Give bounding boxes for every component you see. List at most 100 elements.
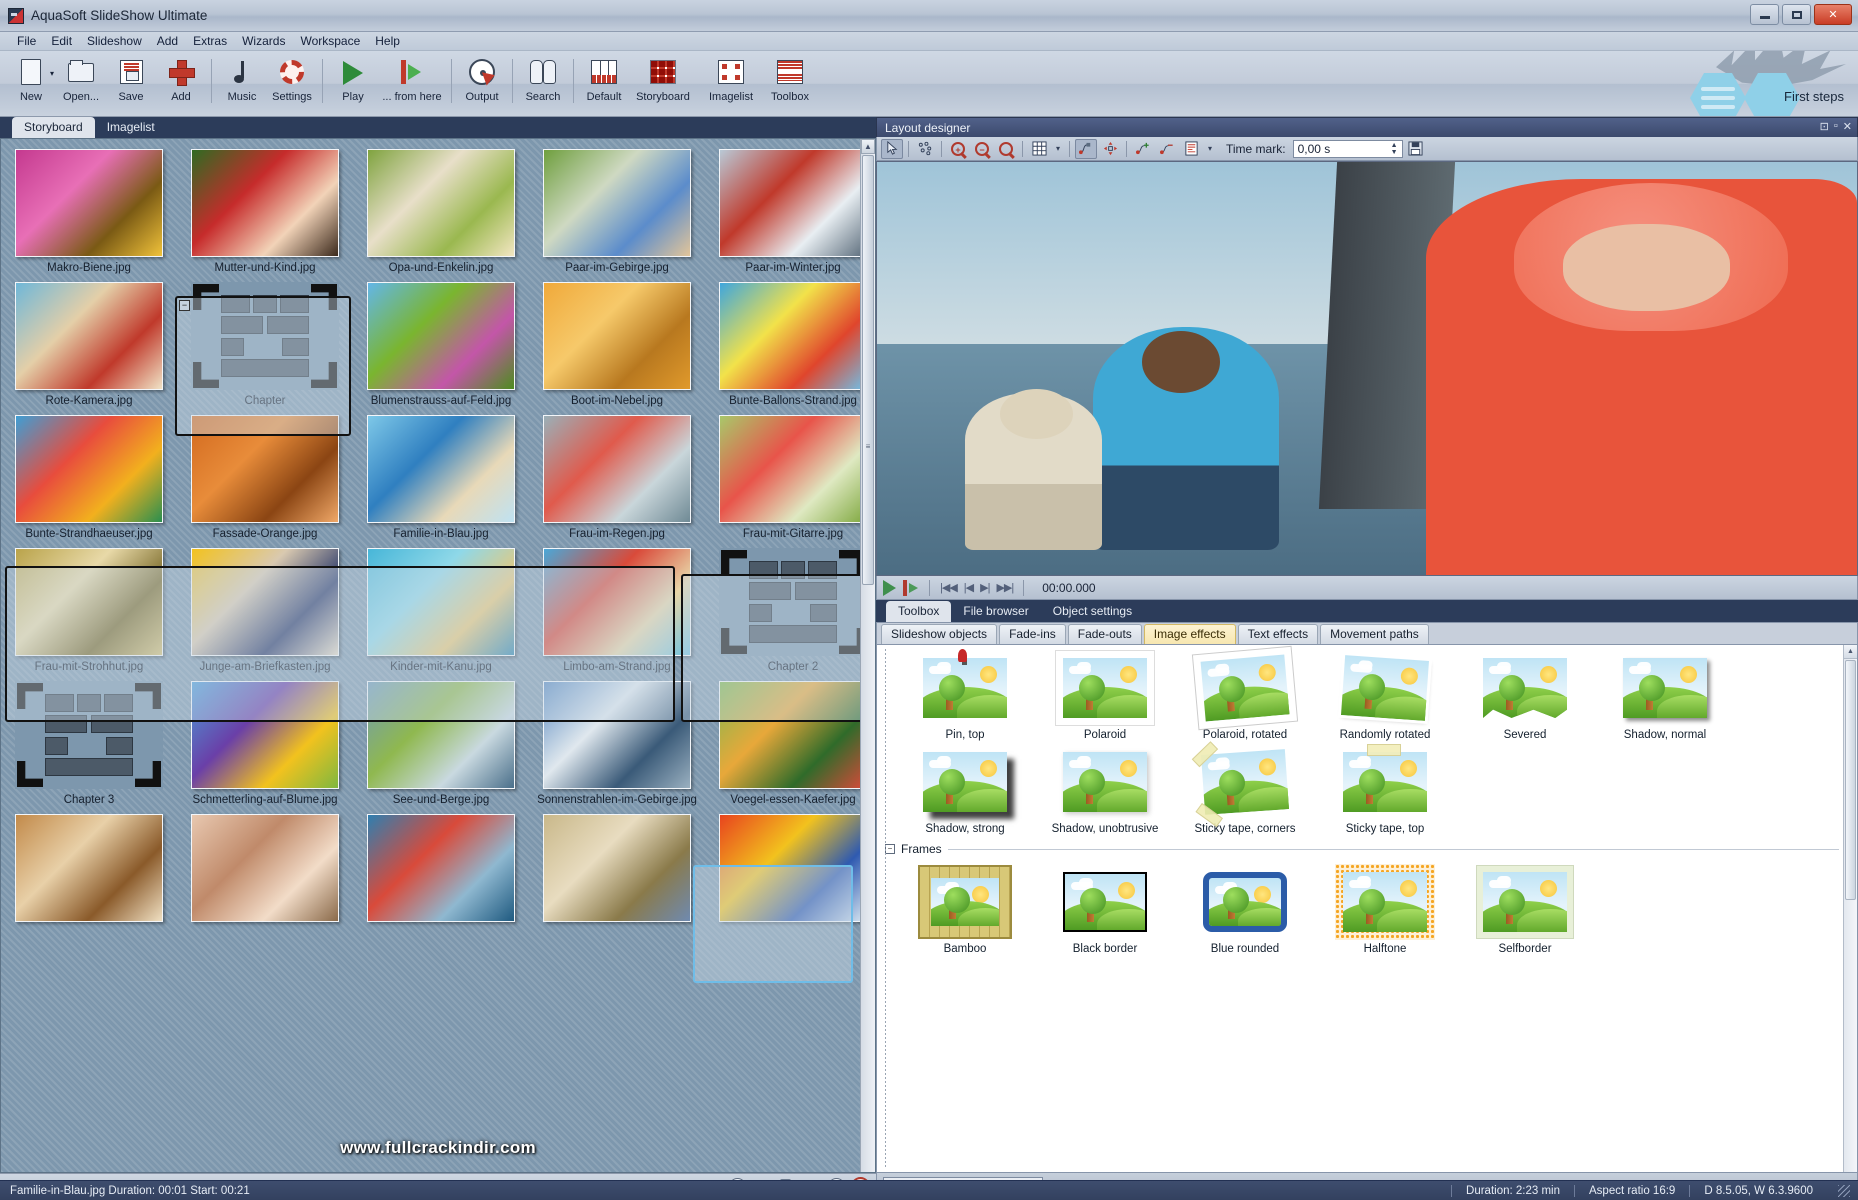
toolbar-button-open[interactable]: Open... xyxy=(56,51,106,113)
panel-restore-icon[interactable]: ▫ xyxy=(1834,120,1838,133)
toolbar-button-music[interactable]: Music xyxy=(217,51,267,113)
time-mark-input[interactable]: 0,00 s ▲ ▼ xyxy=(1292,139,1403,158)
remove-keyframe-icon[interactable] xyxy=(1156,139,1178,159)
toolbar-button-new[interactable]: New ▾ xyxy=(6,51,56,113)
tab-imagelist[interactable]: Imagelist xyxy=(95,117,167,138)
toolbar-button-default[interactable]: Default xyxy=(579,51,629,113)
close-button[interactable]: ✕ xyxy=(1814,4,1852,25)
prev-frame-icon[interactable]: |◀ xyxy=(964,581,974,594)
effect-item[interactable]: Severed xyxy=(1455,651,1595,741)
toolbar-button-play[interactable]: Play xyxy=(328,51,378,113)
effect-item[interactable]: Randomly rotated xyxy=(1315,651,1455,741)
selection-box-chapter1[interactable]: − xyxy=(175,296,351,436)
spinner-arrows[interactable]: ▲ ▼ xyxy=(1388,141,1401,157)
tab-file-browser[interactable]: File browser xyxy=(951,601,1040,622)
effect-item[interactable]: Sticky tape, top xyxy=(1315,744,1455,835)
storyboard-item[interactable]: Rote-Kamera.jpg xyxy=(15,282,163,407)
toolbar-button-output[interactable]: Output xyxy=(457,51,507,113)
menu-item-extras[interactable]: Extras xyxy=(186,32,234,50)
motion-path-icon[interactable] xyxy=(1075,138,1097,159)
panel-close-icon[interactable]: ✕ xyxy=(1843,120,1852,133)
collapse-icon[interactable]: − xyxy=(885,844,895,854)
storyboard-item[interactable] xyxy=(543,814,691,927)
tab-storyboard[interactable]: Storyboard xyxy=(12,117,95,138)
play-icon[interactable] xyxy=(883,579,896,596)
effect-item[interactable]: Black border xyxy=(1035,865,1175,955)
subtab-fade-ins[interactable]: Fade-ins xyxy=(999,624,1066,644)
storyboard-item[interactable]: Opa-und-Enkelin.jpg xyxy=(367,149,515,274)
menu-item-workspace[interactable]: Workspace xyxy=(293,32,367,50)
effect-item[interactable]: Polaroid, rotated xyxy=(1175,651,1315,741)
storyboard-item[interactable]: Frau-mit-Gitarre.jpg xyxy=(719,415,867,540)
effect-item[interactable]: Sticky tape, corners xyxy=(1175,741,1315,835)
selection-box-row-group[interactable] xyxy=(5,566,675,722)
storyboard-item[interactable]: Bunte-Ballons-Strand.jpg xyxy=(719,282,867,407)
menu-item-slideshow[interactable]: Slideshow xyxy=(80,32,149,50)
effect-item[interactable]: Pin, top xyxy=(895,649,1035,741)
toolbar-button-save[interactable]: Save xyxy=(106,51,156,113)
toolbar-button-storyboard[interactable]: Storyboard xyxy=(629,51,697,113)
toolbar-button-from-here[interactable]: ... from here xyxy=(378,51,446,113)
next-frame-icon[interactable]: ▶| xyxy=(980,581,990,594)
effect-item[interactable]: Shadow, unobtrusive xyxy=(1035,745,1175,835)
scatter-select-icon[interactable] xyxy=(914,139,936,159)
storyboard-scrollbar[interactable]: ▲ ≡ xyxy=(860,139,875,1172)
storyboard-canvas[interactable]: Makro-Biene.jpg Mutter-und-Kind.jpg Opa-un… xyxy=(0,138,876,1173)
storyboard-item[interactable]: Boot-im-Nebel.jpg xyxy=(543,282,691,407)
storyboard-item[interactable] xyxy=(191,814,339,927)
add-keyframe-icon[interactable] xyxy=(1132,139,1154,159)
align-dropdown-caret-icon[interactable]: ▾ xyxy=(1204,139,1216,159)
tab-object-settings[interactable]: Object settings xyxy=(1041,601,1144,622)
storyboard-item[interactable]: Paar-im-Gebirge.jpg xyxy=(543,149,691,274)
play-from-here-icon[interactable] xyxy=(903,579,919,596)
effect-item[interactable]: Halftone xyxy=(1315,865,1455,955)
storyboard-item[interactable]: Makro-Biene.jpg xyxy=(15,149,163,274)
collapse-toggle[interactable]: − xyxy=(179,300,190,311)
storyboard-item[interactable]: Paar-im-Winter.jpg xyxy=(719,149,867,274)
maximize-button[interactable] xyxy=(1782,4,1811,25)
toolbar-button-settings[interactable]: Settings xyxy=(267,51,317,113)
storyboard-item[interactable]: Bunte-Strandhaeuser.jpg xyxy=(15,415,163,540)
scroll-thumb[interactable] xyxy=(862,155,874,585)
selection-box-chapter2[interactable] xyxy=(681,574,863,722)
skip-last-icon[interactable]: ▶▶| xyxy=(996,581,1014,594)
effects-panel[interactable]: Pin, top Polaroid Polaroid, rotated Randoml… xyxy=(876,644,1858,1173)
minimize-button[interactable] xyxy=(1750,4,1779,25)
menu-item-add[interactable]: Add xyxy=(150,32,185,50)
zoom-fit-icon[interactable] xyxy=(995,139,1017,159)
selection-box-last-image[interactable] xyxy=(693,865,853,983)
effect-item[interactable]: Selfborder xyxy=(1455,865,1595,955)
align-icon[interactable] xyxy=(1180,139,1202,159)
effect-item[interactable]: Blue rounded xyxy=(1175,865,1315,955)
toolbar-button-toolbox[interactable]: Toolbox xyxy=(765,51,815,113)
subtab-image-effects[interactable]: Image effects xyxy=(1143,624,1236,644)
scroll-up-arrow[interactable]: ▲ xyxy=(861,139,875,154)
effect-item[interactable]: Shadow, strong xyxy=(895,745,1035,835)
select-arrow-icon[interactable] xyxy=(881,138,903,159)
tab-toolbox[interactable]: Toolbox xyxy=(886,601,952,622)
storyboard-item[interactable]: Mutter-und-Kind.jpg xyxy=(191,149,339,274)
toolbar-button-search[interactable]: Search xyxy=(518,51,568,113)
preview-canvas[interactable] xyxy=(876,161,1858,576)
subtab-fade-outs[interactable]: Fade-outs xyxy=(1067,624,1142,644)
menu-item-help[interactable]: Help xyxy=(368,32,407,50)
effect-item[interactable]: Bamboo xyxy=(895,865,1035,955)
toolbar-button-add[interactable]: Add xyxy=(156,51,206,113)
grid-dropdown-caret-icon[interactable]: ▾ xyxy=(1052,139,1064,159)
chevron-down-icon[interactable]: ▾ xyxy=(50,69,54,78)
storyboard-item[interactable]: Familie-in-Blau.jpg xyxy=(367,415,515,540)
subtab-text-effects[interactable]: Text effects xyxy=(1237,624,1319,644)
effect-item[interactable]: Polaroid xyxy=(1035,651,1175,741)
zoom-out-icon[interactable]: − xyxy=(971,139,993,159)
storyboard-item[interactable]: Blumenstrauss-auf-Feld.jpg xyxy=(367,282,515,407)
scroll-up-arrow[interactable]: ▲ xyxy=(1844,645,1857,659)
subtab-movement-paths[interactable]: Movement paths xyxy=(1320,624,1429,644)
toolbar-button-imagelist[interactable]: Imagelist xyxy=(697,51,765,113)
skip-first-icon[interactable]: |◀◀ xyxy=(940,581,958,594)
menu-item-edit[interactable]: Edit xyxy=(44,32,79,50)
menu-item-wizards[interactable]: Wizards xyxy=(235,32,292,50)
effects-scrollbar[interactable]: ▲ xyxy=(1843,645,1857,1172)
scroll-thumb[interactable] xyxy=(1845,660,1856,900)
effect-item[interactable]: Shadow, normal xyxy=(1595,651,1735,741)
storyboard-item[interactable] xyxy=(15,814,163,927)
